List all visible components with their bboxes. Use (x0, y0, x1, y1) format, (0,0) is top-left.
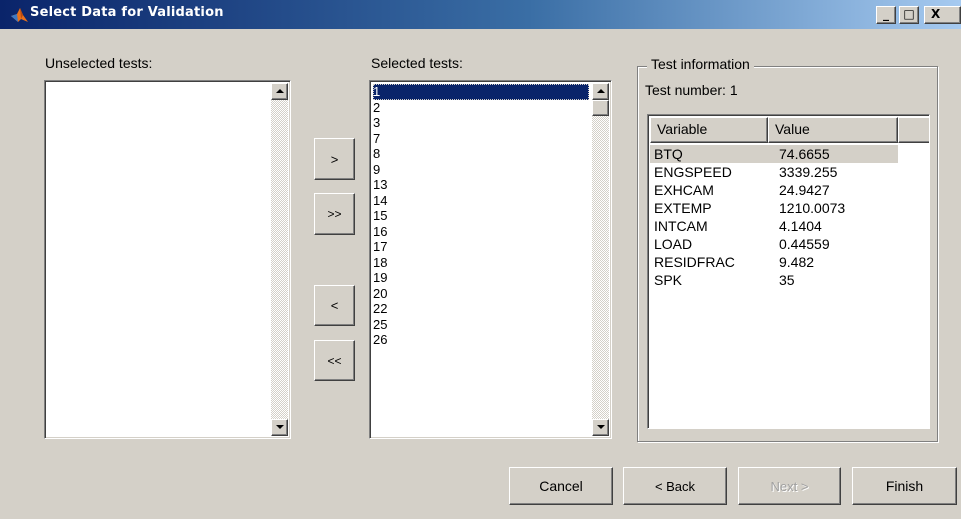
back-button[interactable]: < Back (623, 467, 727, 505)
scroll-down-button[interactable] (271, 419, 288, 436)
unselected-scrollbar[interactable] (271, 83, 288, 436)
variable-cell: SPK (654, 272, 683, 288)
arrow-up-icon (276, 89, 284, 93)
list-item[interactable]: 1 (373, 84, 589, 100)
table-row[interactable]: RESIDFRAC 9.482 (650, 253, 898, 271)
value-cell: 3339.255 (779, 164, 838, 180)
selected-scrollbar[interactable] (592, 83, 609, 436)
value-cell: 0.44559 (779, 236, 830, 252)
test-number-value: 1 (729, 82, 738, 98)
next-button: Next > (738, 467, 841, 505)
value-cell: 24.9427 (779, 182, 830, 198)
list-item[interactable]: 13 (373, 177, 589, 193)
scroll-thumb[interactable] (592, 100, 609, 116)
list-item[interactable]: 20 (373, 286, 589, 302)
cancel-button[interactable]: Cancel (509, 467, 613, 505)
title-bar[interactable]: Select Data for Validation _ □ X (0, 0, 961, 29)
list-item[interactable]: 25 (373, 317, 589, 333)
value-cell: 74.6655 (779, 146, 830, 162)
table-row[interactable]: SPK 35 (650, 271, 898, 289)
table-row[interactable]: INTCAM 4.1404 (650, 217, 898, 235)
window-title: Select Data for Validation (30, 5, 224, 20)
table-row[interactable]: ENGSPEED 3339.255 (650, 163, 898, 181)
list-item[interactable]: 2 (373, 100, 589, 116)
arrow-down-icon (597, 425, 605, 429)
list-item[interactable]: 17 (373, 239, 589, 255)
list-item[interactable]: 15 (373, 208, 589, 224)
list-item[interactable]: 22 (373, 301, 589, 317)
finish-button[interactable]: Finish (852, 467, 957, 505)
value-cell: 9.482 (779, 254, 815, 270)
selected-tests-label: Selected tests: (371, 55, 463, 71)
remove-all-tests-button[interactable]: << (314, 340, 355, 381)
arrow-down-icon (276, 425, 284, 429)
add-test-button[interactable]: > (314, 138, 355, 180)
unselected-tests-list[interactable] (44, 80, 291, 439)
variable-cell: ENGSPEED (654, 164, 732, 180)
close-button[interactable]: X (924, 6, 961, 24)
variable-cell: EXHCAM (654, 182, 714, 198)
arrow-up-icon (597, 89, 605, 93)
column-header-variable[interactable]: Variable (650, 117, 768, 143)
add-all-tests-button[interactable]: >> (314, 193, 355, 235)
table-header: Variable Value (650, 117, 929, 143)
minimize-button[interactable]: _ (876, 6, 896, 24)
value-cell: 1210.0073 (779, 200, 846, 216)
variable-cell: INTCAM (654, 218, 708, 234)
variable-table[interactable]: Variable Value BTQ 74.6655 ENGSPEED 3339.25… (647, 114, 930, 429)
value-cell: 4.1404 (779, 218, 822, 234)
list-item[interactable]: 26 (373, 332, 589, 348)
maximize-button[interactable]: □ (899, 6, 919, 24)
variable-cell: LOAD (654, 236, 693, 252)
list-item[interactable]: 3 (373, 115, 589, 131)
table-row[interactable]: EXTEMP 1210.0073 (650, 199, 898, 217)
table-row[interactable]: EXHCAM 24.9427 (650, 181, 898, 199)
column-header-value[interactable]: Value (768, 117, 898, 143)
list-item[interactable]: 14 (373, 193, 589, 209)
scroll-up-button[interactable] (592, 83, 609, 100)
list-item[interactable]: 19 (373, 270, 589, 286)
table-row[interactable]: LOAD 0.44559 (650, 235, 898, 253)
selected-tests-items: 1 2 3 7 8 9 13 14 15 16 17 18 19 20 22 25 26 (373, 84, 589, 348)
test-number-label: Test number: 1 (645, 82, 738, 98)
test-number-caption: Test number: (645, 82, 726, 98)
variable-cell: RESIDFRAC (654, 254, 735, 270)
unselected-tests-label: Unselected tests: (45, 55, 153, 71)
scroll-down-button[interactable] (592, 419, 609, 436)
column-header-empty[interactable] (898, 117, 929, 143)
test-information-title: Test information (647, 56, 754, 72)
selected-tests-list[interactable]: 1 2 3 7 8 9 13 14 15 16 17 18 19 20 22 25 26 (369, 80, 612, 439)
variable-cell: BTQ (654, 146, 683, 162)
table-row[interactable]: BTQ 74.6655 (650, 145, 898, 163)
scroll-up-button[interactable] (271, 83, 288, 100)
list-item[interactable]: 8 (373, 146, 589, 162)
value-cell: 35 (779, 272, 795, 288)
variable-cell: EXTEMP (654, 200, 712, 216)
table-body: BTQ 74.6655 ENGSPEED 3339.255 EXHCAM 24.9427 E… (650, 145, 898, 289)
list-item[interactable]: 9 (373, 162, 589, 178)
list-item[interactable]: 16 (373, 224, 589, 240)
matlab-logo-icon (11, 8, 28, 22)
remove-test-button[interactable]: < (314, 285, 355, 326)
list-item[interactable]: 18 (373, 255, 589, 271)
list-item[interactable]: 7 (373, 131, 589, 147)
